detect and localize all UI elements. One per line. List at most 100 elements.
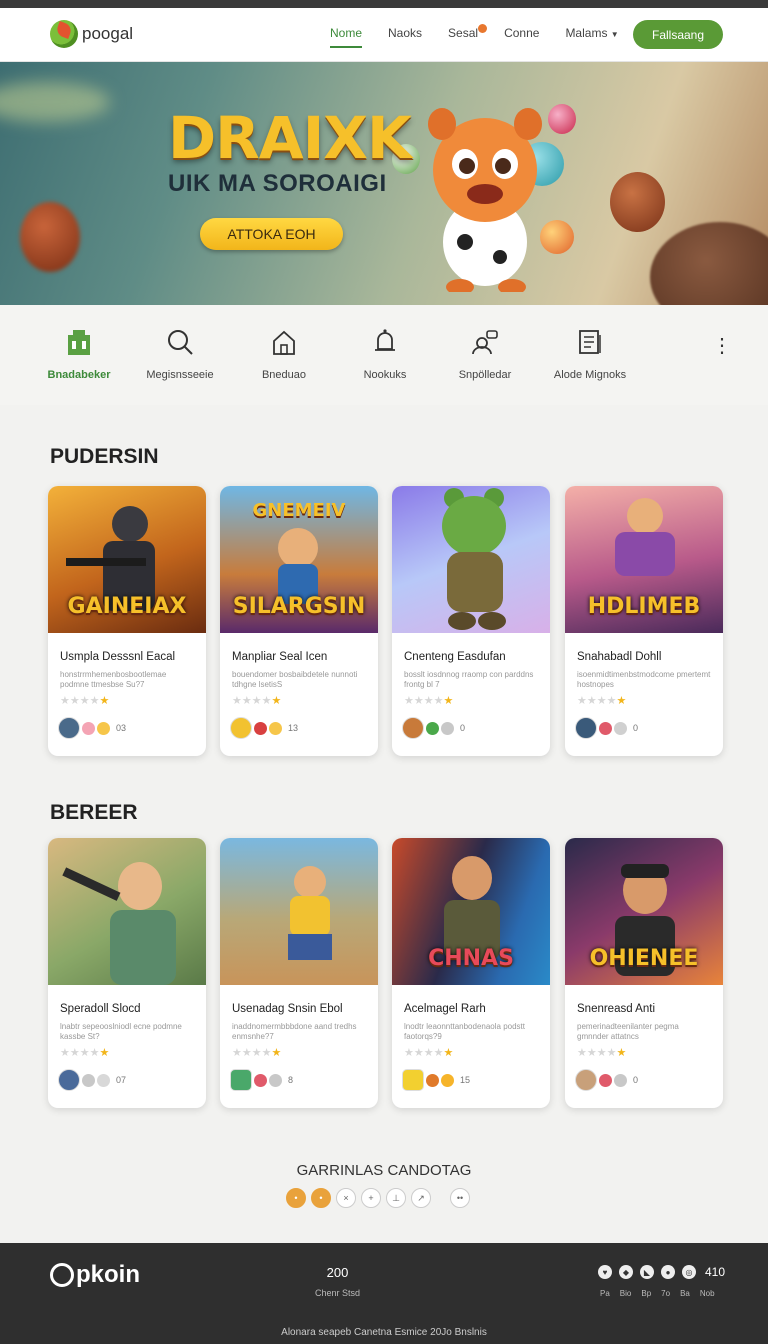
- rating-stars: ★★★★★: [404, 1047, 454, 1059]
- game-card[interactable]: Speradoll Slocd lnabtr sepeooslniodl ecn…: [48, 838, 206, 1108]
- card-title: Acelmagel Rarh: [404, 1003, 486, 1015]
- card-meta: 07: [58, 1069, 206, 1091]
- avatar[interactable]: [58, 717, 80, 739]
- avatar[interactable]: [58, 1069, 80, 1091]
- more-options-icon[interactable]: ⋮: [712, 333, 732, 358]
- nav-item-2[interactable]: Naoks: [388, 26, 422, 48]
- hero-banner: DRAIXK UIK MA SOROAIGI ATTOKA EOH: [0, 62, 768, 305]
- footer-logo[interactable]: pkoin: [50, 1261, 140, 1289]
- avatar[interactable]: [230, 1069, 252, 1091]
- category-item-5[interactable]: Snpölledar: [435, 327, 535, 383]
- page-button[interactable]: ×: [336, 1188, 356, 1208]
- avatar[interactable]: [402, 1069, 424, 1091]
- game-thumbnail: [220, 838, 378, 985]
- nav-item-home[interactable]: Nome: [330, 26, 363, 48]
- social-links: ♥ ◆ ◣ ● ◎ 410: [598, 1265, 725, 1279]
- runner-figure-icon: [288, 866, 332, 960]
- copyright-text: Alonara seapeb Canetna Esmice 20Jo Bnsln…: [281, 1327, 487, 1338]
- page-button[interactable]: ⊥: [386, 1188, 406, 1208]
- footer-link[interactable]: Bio: [620, 1289, 632, 1298]
- globe-icon[interactable]: ●: [661, 1265, 675, 1279]
- leaf-icon[interactable]: ◣: [640, 1265, 654, 1279]
- nav-item-5-label: Malams: [565, 26, 608, 40]
- page-button[interactable]: ↗: [411, 1188, 431, 1208]
- section-title-2: BEREER: [50, 801, 138, 824]
- avatar[interactable]: [230, 717, 252, 739]
- category-item-4[interactable]: Nookuks: [335, 327, 435, 383]
- signup-button[interactable]: Fallsaang: [633, 20, 723, 49]
- hero-orb-decoration-3: [548, 104, 576, 134]
- game-card[interactable]: OHIENEE Snenreasd Anti pemerinadteenilan…: [565, 838, 723, 1108]
- comment-count: 07: [116, 1075, 127, 1085]
- category-item-1[interactable]: Bnadabeker: [29, 327, 129, 383]
- page-button[interactable]: •: [286, 1188, 306, 1208]
- site-footer: pkoin 200 Chenr Stsd ♥ ◆ ◣ ● ◎ 410 Pa Bi…: [0, 1243, 768, 1344]
- rating-stars: ★★★★★: [577, 1047, 627, 1059]
- footer-stat-label: Chenr Stsd: [315, 1288, 361, 1298]
- category-item-3[interactable]: Bneduao: [234, 327, 334, 383]
- category-bar: Bnadabeker Megisnsseeie Bneduao Nookuks …: [0, 305, 768, 405]
- reaction-icon: [614, 1073, 627, 1087]
- category-label: Snpölledar: [458, 369, 512, 381]
- hero-ball-decoration: [20, 202, 80, 272]
- comment-count: 0: [633, 723, 639, 733]
- card-description: inaddnomermbbbdone aand tredhs enmsnhe?7: [232, 1022, 357, 1041]
- card-description: honstrrmhemenbosbootlemae podmne ttmesbs…: [60, 670, 167, 689]
- hero-action-button[interactable]: ATTOKA EOH: [200, 218, 343, 250]
- category-label: Nookuks: [363, 369, 407, 381]
- nav-item-dropdown[interactable]: Malams ▼: [565, 26, 618, 48]
- brand-logo[interactable]: poogal: [50, 20, 133, 48]
- avatar[interactable]: [575, 1069, 597, 1091]
- camera-icon[interactable]: ◎: [682, 1265, 696, 1279]
- heart-icon[interactable]: ♥: [598, 1265, 612, 1279]
- rating-stars: ★★★★★: [577, 695, 627, 707]
- comment-count: 03: [116, 723, 127, 733]
- category-item-2[interactable]: Megisnsseeie: [130, 327, 230, 383]
- notification-badge: [478, 24, 488, 33]
- game-thumbnail: OHIENEE: [565, 838, 723, 985]
- search-icon: [168, 330, 193, 355]
- avatar[interactable]: [402, 717, 424, 739]
- nav-item-3[interactable]: Sesal: [448, 24, 488, 48]
- reaction-icon: [426, 1073, 439, 1087]
- game-card[interactable]: CHNAS Acelmagel Rarh lnodtr leaonnttanbo…: [392, 838, 550, 1108]
- footer-link[interactable]: 7o: [661, 1289, 670, 1298]
- card-description: lnabtr sepeooslniodl ecne podmne kassbe …: [60, 1022, 182, 1041]
- page-button[interactable]: ••: [450, 1188, 470, 1208]
- game-thumbnail: GNEMEIV SILARGSIN: [220, 486, 378, 633]
- card-title: Speradoll Slocd: [60, 1003, 141, 1015]
- card-title: Manpliar Seal Icen: [232, 651, 328, 663]
- comment-count: 8: [288, 1075, 294, 1085]
- game-card[interactable]: Usenadag Snsin Ebol inaddnomermbbbdone a…: [220, 838, 378, 1108]
- footer-link[interactable]: Nob: [700, 1289, 715, 1298]
- card-title: Snenreasd Anti: [577, 1003, 656, 1015]
- card-description: lnodtr leaonnttanbodenaola podstt faotor…: [404, 1022, 525, 1041]
- social-count: 410: [705, 1265, 726, 1279]
- game-title-art: CHNAS: [428, 946, 514, 971]
- game-thumbnail: [392, 486, 550, 633]
- game-title-art: GAINEIAX: [67, 594, 187, 619]
- card-description: pemerinadteenilanter pegma gmnnder attat…: [577, 1022, 679, 1041]
- card-description: isoenmidtimenbstmodcome pmertemt hostnop…: [577, 670, 711, 689]
- page-button[interactable]: +: [361, 1188, 381, 1208]
- game-thumbnail: [48, 838, 206, 985]
- card-title: Usenadag Snsin Ebol: [232, 1003, 343, 1015]
- nav-item-3-label: Sesal: [448, 26, 479, 40]
- nav-item-4[interactable]: Conne: [504, 26, 539, 48]
- footer-link[interactable]: Bp: [641, 1289, 651, 1298]
- avatar[interactable]: [575, 717, 597, 739]
- shield-icon[interactable]: ◆: [619, 1265, 633, 1279]
- footer-link[interactable]: Ba: [680, 1289, 690, 1298]
- card-meta: 8: [230, 1069, 378, 1091]
- mascot-illustration: [428, 108, 542, 292]
- game-card[interactable]: GNEMEIV SILARGSIN Manpliar Seal Icen bou…: [220, 486, 378, 756]
- footer-link[interactable]: Pa: [600, 1289, 610, 1298]
- category-item-6[interactable]: Alode Mignoks: [540, 327, 640, 383]
- game-card[interactable]: HDLIMEB Snahabadl Dohll isoenmidtimenbst…: [565, 486, 723, 756]
- reaction-icon: [82, 1073, 95, 1087]
- page-button[interactable]: •: [311, 1188, 331, 1208]
- card-title: Usmpla Desssnl Eacal: [60, 651, 176, 663]
- game-card[interactable]: Cnenteng Easdufan bosslt iosdnnog rraomp…: [392, 486, 550, 756]
- game-card[interactable]: GAINEIAX Usmpla Desssnl Eacal honstrrmhe…: [48, 486, 206, 756]
- rating-stars: ★★★★★: [60, 1047, 110, 1059]
